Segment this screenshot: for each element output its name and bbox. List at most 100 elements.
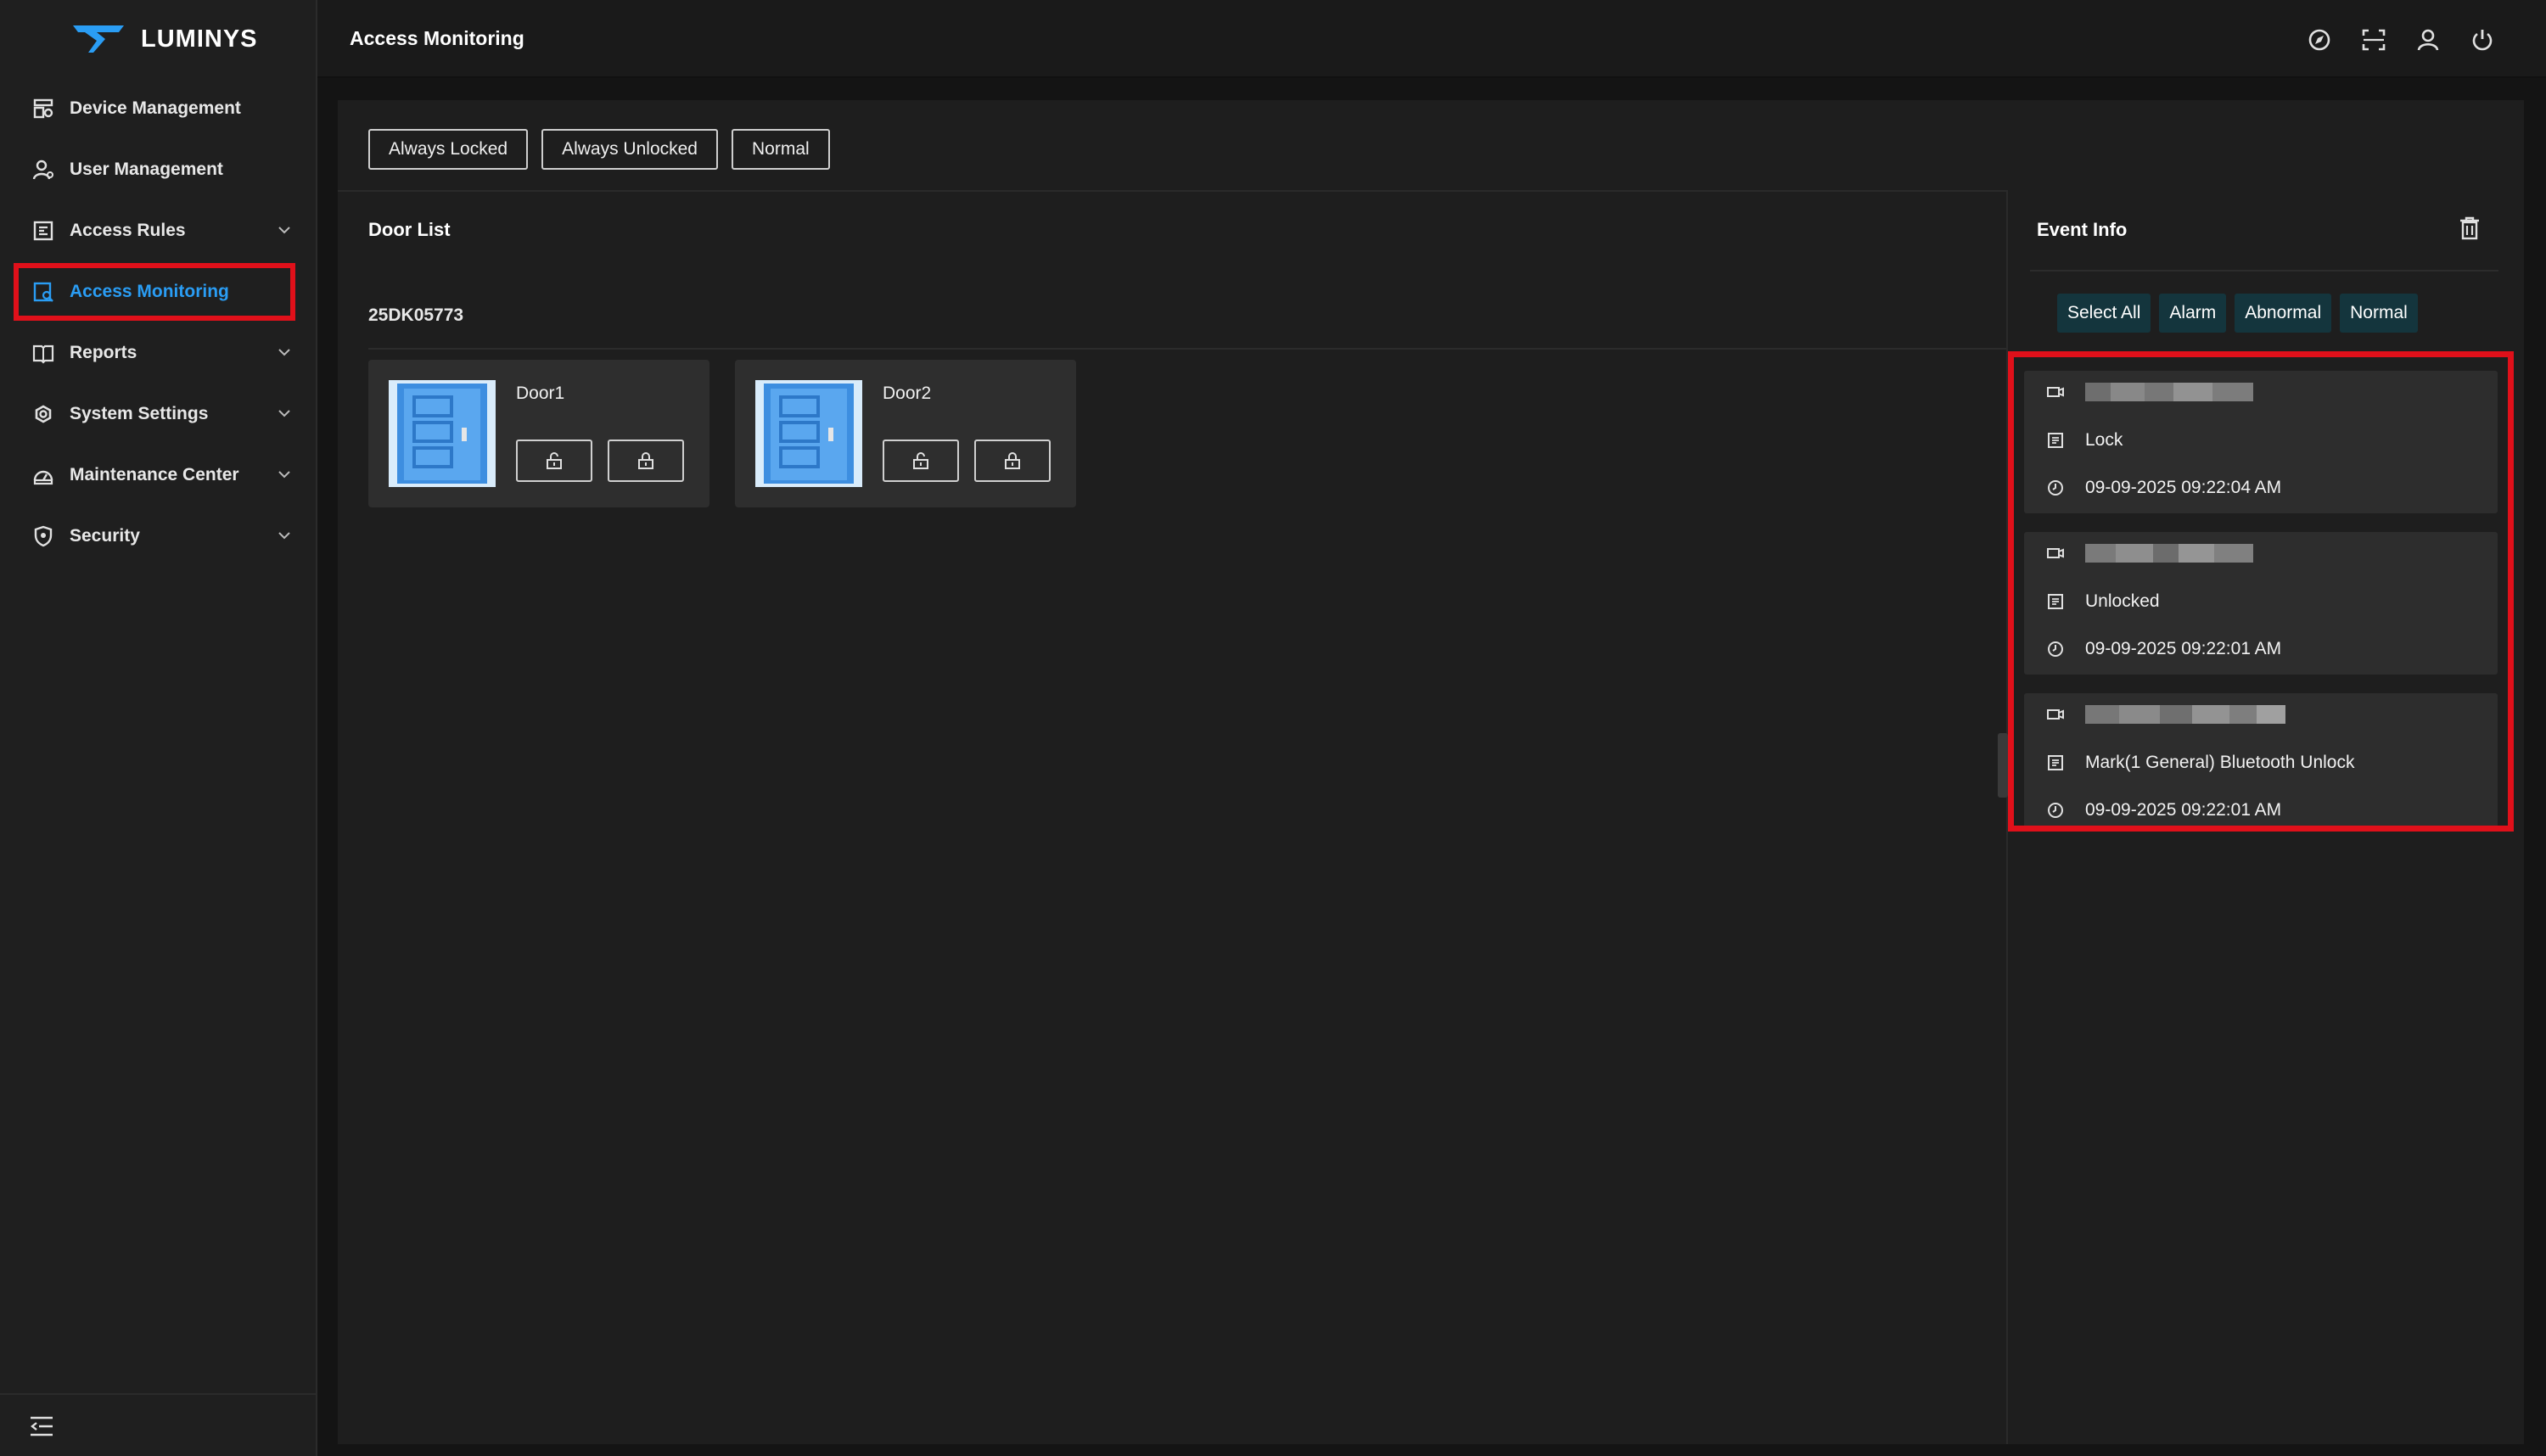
event-type: Lock — [2085, 430, 2123, 450]
lock-icon — [638, 452, 653, 469]
sidebar: LUMINYS Device Management User Managemen… — [0, 0, 317, 1456]
unlock-icon — [913, 452, 928, 469]
device-name: 25DK05773 — [368, 305, 464, 325]
event-source-row — [2046, 383, 2253, 401]
redacted-source — [2085, 544, 2253, 563]
sidebar-item-label: User Management — [70, 160, 223, 179]
splitter-handle[interactable] — [1998, 733, 2008, 798]
clock-icon — [2048, 641, 2063, 657]
filter-normal-button[interactable]: Normal — [2340, 294, 2418, 333]
door-icon — [389, 380, 496, 487]
sidebar-item-access-monitoring[interactable]: Access Monitoring — [12, 261, 297, 322]
sidebar-item-system-settings[interactable]: System Settings — [0, 384, 316, 445]
chevron-down-icon — [278, 410, 290, 417]
event-source-row — [2046, 705, 2285, 724]
access-rules-icon — [31, 218, 56, 244]
lock-door-button[interactable] — [608, 440, 684, 482]
document-icon — [2048, 594, 2063, 609]
clock-icon — [2048, 803, 2063, 818]
event-list-highlight: Lock 09-09-2025 09:22:04 AM Unlocked 09-… — [2008, 351, 2514, 832]
event-filters: Select All Alarm Abnormal Normal — [2057, 294, 2418, 333]
event-source-row — [2046, 544, 2253, 563]
sidebar-item-user-management[interactable]: User Management — [0, 139, 316, 200]
event-time-row: 09-09-2025 09:22:01 AM — [2046, 639, 2281, 659]
user-icon[interactable] — [2414, 25, 2442, 54]
always-locked-button[interactable]: Always Locked — [368, 129, 529, 170]
clock-icon — [2048, 480, 2063, 496]
divider — [368, 348, 2006, 350]
chevron-down-icon — [278, 227, 290, 234]
brand-logo[interactable]: LUMINYS — [71, 20, 258, 58]
unlock-icon — [547, 452, 562, 469]
sidebar-item-label: System Settings — [70, 404, 209, 423]
event-card[interactable]: Unlocked 09-09-2025 09:22:01 AM — [2024, 532, 2498, 675]
sidebar-item-label: Maintenance Center — [70, 465, 239, 484]
chevron-down-icon — [278, 349, 290, 356]
compass-icon[interactable] — [2305, 25, 2334, 54]
always-unlocked-button[interactable]: Always Unlocked — [541, 129, 718, 170]
redacted-source — [2085, 705, 2285, 724]
door-card[interactable]: Door2 — [735, 360, 1076, 507]
door-grid: Door1 Door2 — [368, 360, 1076, 507]
gear-icon — [31, 401, 56, 427]
event-type-row: Unlocked — [2046, 591, 2160, 612]
event-type-row: Mark(1 General) Bluetooth Unlock — [2046, 753, 2354, 773]
sidebar-item-label: Security — [70, 526, 140, 546]
camera-icon — [2047, 387, 2064, 397]
lock-door-button[interactable] — [974, 440, 1051, 482]
collapse-menu-icon[interactable] — [29, 1415, 54, 1437]
luminys-logo-icon — [73, 25, 124, 53]
header-actions — [2305, 25, 2497, 54]
lock-icon — [1005, 452, 1020, 469]
event-time: 09-09-2025 09:22:04 AM — [2085, 478, 2282, 497]
sidebar-item-label: Access Rules — [70, 221, 186, 240]
user-management-icon — [31, 157, 56, 182]
access-monitoring-icon — [31, 279, 56, 305]
event-type: Unlocked — [2085, 591, 2160, 611]
sidebar-item-label: Reports — [70, 343, 137, 362]
camera-icon — [2047, 548, 2064, 558]
unlock-door-button[interactable] — [883, 440, 959, 482]
sidebar-item-access-rules[interactable]: Access Rules — [0, 200, 316, 261]
sidebar-item-device-management[interactable]: Device Management — [0, 78, 316, 139]
event-time: 09-09-2025 09:22:01 AM — [2085, 639, 2282, 658]
device-management-icon — [31, 96, 56, 121]
event-info-title: Event Info — [2037, 219, 2128, 240]
divider — [338, 190, 2006, 192]
shield-icon — [31, 524, 56, 549]
sidebar-item-label: Access Monitoring — [70, 282, 229, 301]
fullscreen-icon[interactable] — [2359, 25, 2388, 54]
document-icon — [2048, 433, 2063, 448]
sidebar-footer — [0, 1393, 316, 1456]
event-card[interactable]: Lock 09-09-2025 09:22:04 AM — [2024, 371, 2498, 513]
redacted-source — [2085, 383, 2253, 401]
door-icon — [755, 380, 862, 487]
reports-icon — [31, 340, 56, 366]
main-panel: Always Locked Always Unlocked Normal Doo… — [338, 100, 2524, 1444]
trash-icon[interactable] — [2458, 216, 2482, 241]
brand-name: LUMINYS — [141, 25, 258, 53]
filter-alarm-button[interactable]: Alarm — [2159, 294, 2227, 333]
door-mode-toolbar: Always Locked Always Unlocked Normal — [368, 129, 830, 170]
door-name: Door1 — [516, 384, 565, 403]
filter-select-all-button[interactable]: Select All — [2057, 294, 2151, 333]
sidebar-item-maintenance-center[interactable]: Maintenance Center — [0, 445, 316, 506]
door-card[interactable]: Door1 — [368, 360, 709, 507]
normal-mode-button[interactable]: Normal — [731, 129, 830, 170]
power-icon[interactable] — [2468, 25, 2497, 54]
sidebar-item-security[interactable]: Security — [0, 506, 316, 567]
door-name: Door2 — [883, 384, 932, 403]
chevron-down-icon — [278, 471, 290, 479]
sidebar-item-label: Device Management — [70, 98, 241, 118]
event-time: 09-09-2025 09:22:01 AM — [2085, 800, 2282, 820]
sidebar-item-reports[interactable]: Reports — [0, 322, 316, 384]
divider — [2030, 270, 2498, 272]
event-time-row: 09-09-2025 09:22:01 AM — [2046, 800, 2281, 820]
event-card[interactable]: Mark(1 General) Bluetooth Unlock 09-09-2… — [2024, 693, 2498, 826]
chevron-down-icon — [278, 532, 290, 540]
door-list-title: Door List — [368, 219, 451, 240]
sidebar-nav: Device Management User Management Access… — [0, 78, 316, 567]
unlock-door-button[interactable] — [516, 440, 592, 482]
camera-icon — [2047, 709, 2064, 720]
filter-abnormal-button[interactable]: Abnormal — [2235, 294, 2332, 333]
